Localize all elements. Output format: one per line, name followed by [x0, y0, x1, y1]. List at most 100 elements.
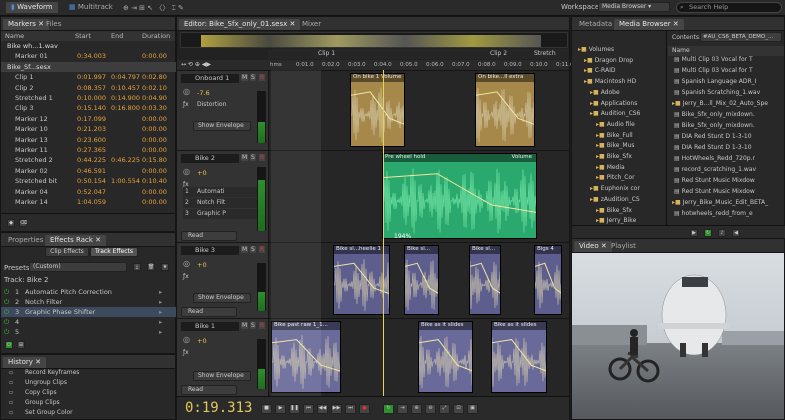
- go-start-icon[interactable]: ⏮: [303, 404, 314, 414]
- audio-clip[interactable]: Bike sl...: [404, 245, 439, 315]
- show-envelope-button[interactable]: Show Envelope: [193, 293, 251, 303]
- file-item[interactable]: ▤ Multi Clip 03 Vocal for T: [674, 56, 784, 66]
- track-effects-tab[interactable]: Track Effects: [90, 247, 138, 257]
- file-item[interactable]: ▤ Multi Clip 03 Vocal for T: [674, 67, 784, 77]
- marker-clip-2[interactable]: Clip 2: [490, 50, 507, 57]
- marker-row[interactable]: Marker 10 0:21.203 0:00.00: [1, 124, 176, 134]
- zoom-all-icon[interactable]: ▣: [467, 404, 478, 414]
- marker-row[interactable]: Bike wh...1.wav: [1, 41, 176, 51]
- file-item[interactable]: ▤ DIA Red Stunt D 1-3-10: [674, 144, 784, 154]
- go-end-icon[interactable]: ⏭: [345, 404, 356, 414]
- record-button[interactable]: R: [259, 154, 266, 161]
- tab-files[interactable]: Files: [41, 19, 66, 30]
- folder-item[interactable]: ▸■ Audio file: [578, 121, 658, 131]
- playhead[interactable]: [383, 70, 384, 396]
- zoom-fit-icon[interactable]: ⤢: [439, 404, 450, 414]
- volume-knob-icon[interactable]: ◎: [183, 335, 190, 344]
- file-item[interactable]: ▤ Bike_Sfx_only_mixdown.: [674, 111, 784, 121]
- power-icon[interactable]: ⏻: [4, 298, 9, 307]
- zoom-sel-icon[interactable]: ⊡: [453, 404, 464, 414]
- track-effect-slot[interactable]: 2 Notch Filt: [183, 198, 263, 208]
- history-item[interactable]: ▫ Record Keyframes: [5, 369, 175, 379]
- power-icon[interactable]: ⏻: [4, 318, 9, 327]
- automation-mode-select[interactable]: Read: [181, 307, 237, 317]
- mute-button[interactable]: M: [241, 322, 249, 329]
- track-effect-slot[interactable]: 1 Automati: [183, 187, 263, 197]
- track-name-field[interactable]: Bike 2: [181, 154, 239, 163]
- tool-icons[interactable]: ⊕ ⇥ ⊞ ↖ 〈〉 ⌶ ✎: [118, 2, 189, 13]
- delete-preset-icon[interactable]: 🗑: [147, 263, 155, 271]
- tab-properties[interactable]: Properties: [3, 235, 48, 246]
- folder-item[interactable]: ▸■ Bike_Mus: [578, 142, 658, 152]
- file-item[interactable]: ▤ Spanish Scratching_1.wav: [674, 89, 784, 99]
- skip-icon[interactable]: ⇥: [397, 404, 408, 414]
- workspace-select[interactable]: Media Browser ▾: [598, 2, 670, 12]
- power-icon[interactable]: ⏻: [4, 308, 9, 317]
- track-name-field[interactable]: Onboard 1: [181, 74, 239, 83]
- volume-knob-icon[interactable]: ◎: [183, 87, 190, 96]
- tab-multitrack[interactable]: ▦ Multitrack: [64, 2, 118, 13]
- folder-item[interactable]: ▸■ Media: [578, 164, 658, 174]
- marker-row[interactable]: Stretched 1 0:10.000 0:14.900 0:04.90: [1, 93, 176, 103]
- folder-item[interactable]: ▸■ Euphonix cor: [578, 185, 658, 195]
- solo-button[interactable]: S: [250, 154, 256, 161]
- track-name-field[interactable]: Bike 3: [181, 246, 239, 255]
- power-icon[interactable]: ⏻: [4, 288, 9, 297]
- folder-item[interactable]: ▸■ Audition_CS6: [578, 110, 658, 120]
- tab-mixer[interactable]: Mixer: [297, 19, 326, 30]
- folder-item[interactable]: ▸■ C-RAID: [578, 67, 658, 77]
- delete-marker-icon[interactable]: ⌫: [19, 219, 27, 227]
- audio-clip[interactable]: Bigs 4: [534, 245, 562, 315]
- file-item[interactable]: ▤ Red Stunt Music Mixdow: [674, 188, 784, 198]
- track-header-icons[interactable]: ↔ ⟲ ⊕ ◀▶: [181, 61, 211, 68]
- audio-clip[interactable]: On bike 1 Volume: [350, 73, 405, 147]
- tab-history[interactable]: History ✕: [3, 357, 46, 368]
- play-icon[interactable]: ▶: [275, 404, 286, 414]
- file-item[interactable]: ▤ hotwheels_redd_from_e: [674, 210, 784, 220]
- tab-media-browser[interactable]: Media Browser ✕: [614, 19, 684, 30]
- history-item[interactable]: ▫ Group Clips: [5, 399, 175, 409]
- effect-slot[interactable]: ⏻ 4 ▸: [1, 317, 177, 327]
- marker-row[interactable]: Bike_Sf...sesx: [1, 61, 176, 72]
- file-item[interactable]: ▸■ Jerry_B...ll_Mix_02_Auto_Spe: [672, 100, 782, 110]
- volume-knob-icon[interactable]: ◎: [183, 259, 190, 268]
- record-button[interactable]: R: [259, 74, 266, 81]
- folder-item[interactable]: ▸■ Dragon Drop: [578, 57, 658, 67]
- audio-clip[interactable]: Bike as it slides: [418, 321, 473, 393]
- record-button[interactable]: R: [259, 246, 266, 253]
- mute-button[interactable]: M: [241, 74, 249, 81]
- marker-row[interactable]: Clip 2 0:08.357 0:10.457 0:02.10: [1, 83, 176, 93]
- track-effect-slot[interactable]: 3 Graphic P: [183, 209, 263, 219]
- zoom-in-icon[interactable]: ⊕: [411, 404, 422, 414]
- mute-button[interactable]: M: [241, 246, 249, 253]
- effect-slot[interactable]: ⏻ 1 Automatic Pitch Correction ▸: [1, 287, 177, 297]
- audio-clip[interactable]: Bike as it slides: [491, 321, 547, 393]
- effect-slot[interactable]: ⏻ 3 Graphic Phase Shifter ▸: [1, 307, 177, 317]
- auto-play-icon[interactable]: ♪: [718, 229, 726, 237]
- marker-row[interactable]: Stretched bit 0:50.154 1:00.554 0:10.40: [1, 176, 176, 186]
- record-icon[interactable]: ●: [359, 404, 370, 414]
- clip-effects-tab[interactable]: Clip Effects: [45, 247, 89, 257]
- pane-divider[interactable]: [666, 31, 667, 225]
- file-item[interactable]: ▤ HotWheels_Redd_720p.r: [674, 155, 784, 165]
- marker-row[interactable]: Marker 02 0:46.591 0:00.00: [1, 166, 176, 176]
- file-item[interactable]: ▤ DIA Red Stunt D 1-3-10: [674, 133, 784, 143]
- mute-button[interactable]: M: [241, 154, 249, 161]
- tab-effects-rack[interactable]: Effects Rack ✕: [45, 235, 107, 246]
- contents-select[interactable]: #AU_CS6_BETA_DEMO_...: [700, 32, 782, 42]
- folder-item[interactable]: ▸■ Pitch_Cor: [578, 174, 658, 184]
- history-item[interactable]: ▫ Ungroup Clips: [5, 379, 175, 389]
- file-item[interactable]: ▤ Spanish Language ADR_I: [674, 78, 784, 88]
- show-envelope-button[interactable]: Show Envelope: [193, 371, 251, 381]
- power-icon[interactable]: ⏻: [5, 341, 13, 349]
- audio-clip[interactable]: Bike past raw 1_1...: [271, 321, 341, 393]
- stop-icon[interactable]: ■: [261, 404, 272, 414]
- solo-button[interactable]: S: [250, 246, 256, 253]
- marker-row[interactable]: Marker 12 0:17.099 0:00.00: [1, 114, 176, 124]
- audio-clip[interactable]: Pre wheel hold Volume: [382, 153, 537, 239]
- marker-row[interactable]: Stretched 2 0:44.225 0:46.225 0:15.80: [1, 155, 176, 165]
- record-button[interactable]: R: [259, 322, 266, 329]
- marker-row[interactable]: Marker 11 0:27.365 0:00.00: [1, 145, 176, 155]
- folder-item[interactable]: ▸■ Applications: [578, 100, 658, 110]
- effect-slot[interactable]: ⏻ 5 ▸: [1, 327, 177, 337]
